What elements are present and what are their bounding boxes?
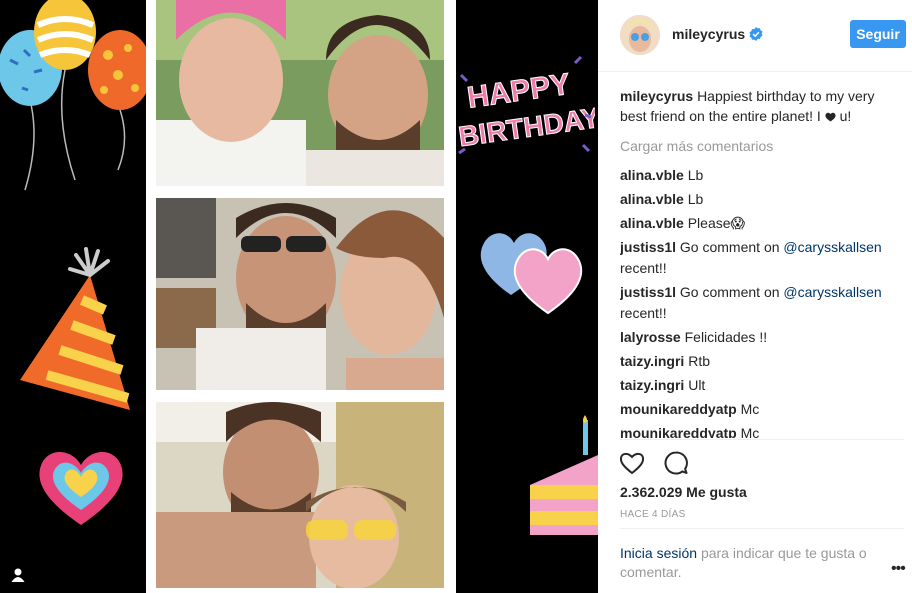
- post-media[interactable]: HAPPY BIRTHDAY!: [0, 0, 598, 593]
- comment-text: Go comment on: [679, 239, 780, 255]
- caption-username[interactable]: mileycyrus: [620, 88, 693, 104]
- post-header: mileycyrus Seguir: [598, 0, 912, 72]
- comment-item: alina.vble Please😱: [620, 213, 896, 234]
- comment-username[interactable]: alina.vble: [620, 191, 684, 207]
- caption-suffix: u!: [839, 108, 852, 124]
- like-count[interactable]: 2.362.029 Me gusta: [620, 484, 747, 500]
- comment-username[interactable]: mounikareddyatp: [620, 425, 737, 438]
- comment-text: Mc: [740, 401, 760, 417]
- post-timestamp[interactable]: HACE 4 DÍAS: [620, 509, 686, 520]
- comment-item: taizy.ingri Rtb: [620, 351, 896, 372]
- avatar[interactable]: [620, 15, 660, 55]
- comment-username[interactable]: taizy.ingri: [620, 377, 684, 393]
- comment-text: Rtb: [688, 353, 710, 369]
- comment-item: justiss1l Go comment on @carysskallsen r…: [620, 282, 896, 324]
- comments-list[interactable]: mileycyrus Happiest birthday to my very …: [620, 86, 896, 438]
- comment-item: alina.vble Lb: [620, 165, 896, 186]
- black-heart-icon: [825, 112, 836, 122]
- follow-button[interactable]: Seguir: [850, 20, 906, 48]
- comment-mention-link[interactable]: @carysskallsen: [783, 239, 881, 255]
- comment-username[interactable]: taizy.ingri: [620, 353, 684, 369]
- comment-username[interactable]: alina.vble: [620, 167, 684, 183]
- comment-item: mounikareddyatp Mc: [620, 399, 896, 420]
- heart-decoration: [39, 451, 123, 525]
- cake-decoration: [530, 415, 598, 535]
- party-hat-decoration: [20, 247, 130, 410]
- happy-birthday-decoration: HAPPY BIRTHDAY!: [456, 55, 595, 155]
- comment-text: Ult: [688, 377, 706, 393]
- comment-text: Felicidades !!: [684, 329, 768, 345]
- comment-item: justiss1l Go comment on @carysskallsen r…: [620, 237, 896, 279]
- more-options-icon[interactable]: •••: [891, 560, 906, 578]
- comment-item: mounikareddyatp Mc: [620, 423, 896, 438]
- header-username[interactable]: mileycyrus: [672, 26, 763, 42]
- actions-divider: [620, 439, 904, 440]
- comment-text: Mc: [740, 425, 760, 438]
- login-link[interactable]: Inicia sesión: [620, 545, 697, 561]
- comment-username[interactable]: justiss1l: [620, 284, 676, 300]
- load-more-comments-link[interactable]: Cargar más comentarios: [620, 136, 896, 157]
- photo-2: [156, 198, 444, 390]
- post-sidebar: mileycyrus Seguir mileycyrus Happiest bi…: [598, 0, 912, 593]
- login-divider: [620, 528, 904, 529]
- comment-mention-link[interactable]: @carysskallsen: [783, 284, 881, 300]
- comment-item: taizy.ingri Ult: [620, 375, 896, 396]
- login-prompt: Inicia sesión para indicar que te gusta …: [620, 544, 890, 582]
- photo-3: [156, 402, 444, 588]
- verified-badge-icon: [749, 27, 763, 41]
- comment-item: lalyrosse Felicidades !!: [620, 327, 896, 348]
- post-caption: mileycyrus Happiest birthday to my very …: [620, 86, 896, 126]
- photo-1: [156, 0, 444, 186]
- balloons-decoration: [0, 0, 150, 191]
- comment-tail: recent!!: [620, 305, 667, 321]
- photo-strip: [146, 0, 456, 593]
- header-username-text[interactable]: mileycyrus: [672, 26, 745, 42]
- comment-text: Lb: [687, 191, 704, 207]
- comment-text: Go comment on: [679, 284, 780, 300]
- comment-text: Please😱: [687, 215, 746, 231]
- comment-item: alina.vble Lb: [620, 189, 896, 210]
- like-heart-icon[interactable]: [619, 450, 645, 476]
- comment-username[interactable]: justiss1l: [620, 239, 676, 255]
- comment-username[interactable]: alina.vble: [620, 215, 684, 231]
- comment-username[interactable]: mounikareddyatp: [620, 401, 737, 417]
- comment-username[interactable]: lalyrosse: [620, 329, 681, 345]
- comment-text: Lb: [687, 167, 704, 183]
- post-actions: [619, 450, 703, 476]
- two-hearts-decoration: [480, 233, 583, 315]
- user-tag-icon[interactable]: [10, 567, 26, 583]
- comment-bubble-icon[interactable]: [663, 450, 689, 476]
- comment-tail: recent!!: [620, 260, 667, 276]
